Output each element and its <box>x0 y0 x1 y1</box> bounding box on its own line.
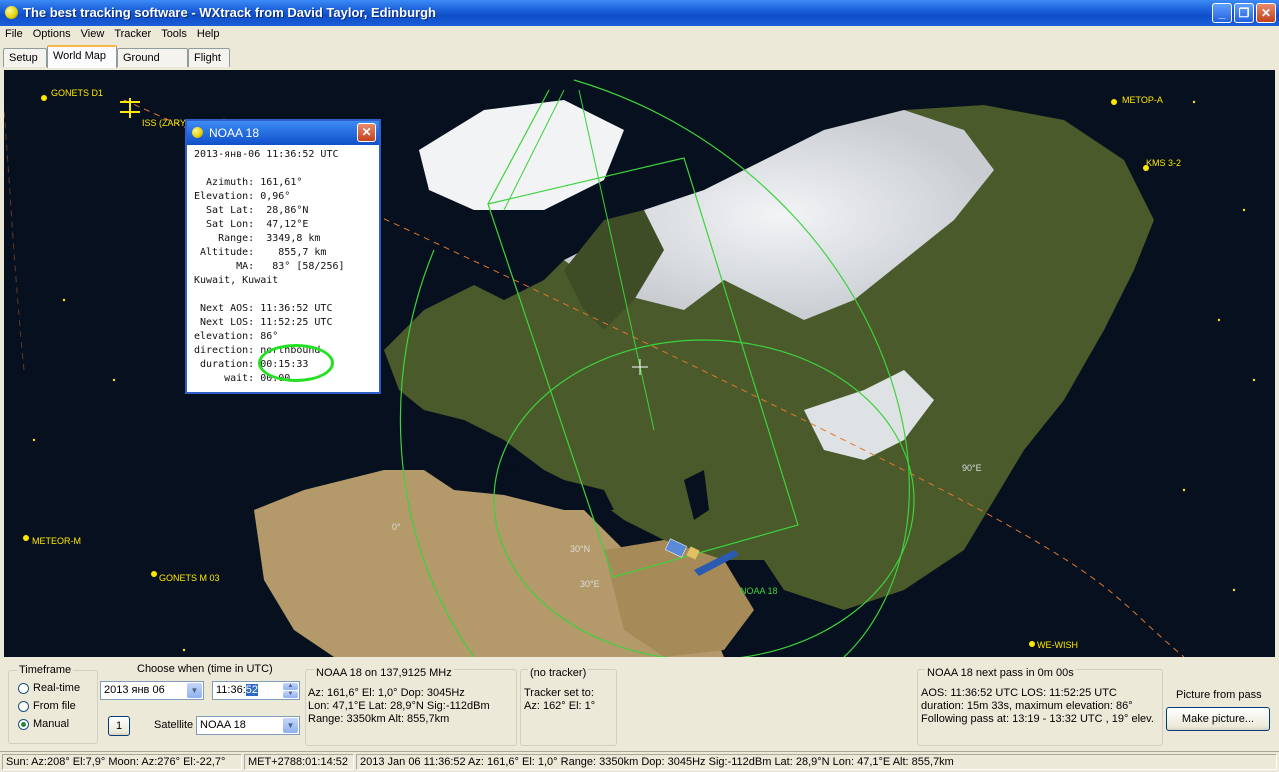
radio-from-file[interactable] <box>18 701 29 712</box>
sat-info-title: NOAA 18 on 137,9125 MHz <box>314 667 454 679</box>
iss-icon <box>120 98 140 118</box>
status-bar: Sun: Az:208° El:7,9° Moon: Az:276° El:-2… <box>0 751 1279 772</box>
step-button[interactable]: 1 <box>108 716 130 736</box>
menu-tracker[interactable]: Tracker <box>109 26 156 42</box>
label-gonets-m03: GONETS M 03 <box>159 573 220 583</box>
radio-real-time[interactable] <box>18 683 29 694</box>
status-met: MET+2788:01:14:52 <box>244 754 354 770</box>
chevron-down-icon[interactable]: ▼ <box>283 718 298 733</box>
sat-info-line-3: Range: 3350km Alt: 855,7km <box>308 713 450 725</box>
minimize-button[interactable]: _ <box>1212 3 1232 23</box>
choose-when-label: Choose when (time in UTC) <box>137 663 273 675</box>
popup-title-bar: NOAA 18 ✕ <box>187 121 379 145</box>
timeframe-label: Timeframe <box>17 664 74 676</box>
time-value: 11:36: <box>216 684 246 696</box>
grid-0: 0° <box>392 522 401 532</box>
radio-manual-label: Manual <box>33 718 70 730</box>
make-picture-button[interactable]: Make picture... <box>1166 707 1270 731</box>
title-bar: The best tracking software - WXtrack fro… <box>0 0 1279 26</box>
menu-bar: File Options View Tracker Tools Help <box>0 26 1279 45</box>
tab-setup[interactable]: Setup <box>3 48 47 67</box>
chevron-down-icon[interactable]: ▼ <box>187 683 202 698</box>
date-value: 2013 янв 06 <box>104 684 165 696</box>
popup-close-button[interactable]: ✕ <box>357 123 376 142</box>
label-we-wish: WE-WISH <box>1037 640 1078 650</box>
spin-up-icon[interactable]: ▲ <box>283 683 298 690</box>
tracker-line-1: Tracker set to: <box>524 687 594 699</box>
spin-down-icon[interactable]: ▼ <box>283 691 298 698</box>
grid-30e: 30°E <box>580 579 600 589</box>
satellite-value: NOAA 18 <box>200 719 246 731</box>
status-sun-moon: Sun: Az:208° El:7,9° Moon: Az:276° El:-2… <box>2 754 242 770</box>
next-pass-line-3: Following pass at: 13:19 - 13:32 UTC , 1… <box>921 713 1154 725</box>
grid-30n: 30°N <box>570 544 590 554</box>
date-select[interactable]: 2013 янв 06 ▼ <box>100 681 204 700</box>
label-kms: KMS 3-2 <box>1146 158 1181 168</box>
tab-flight[interactable]: Flight <box>188 48 230 67</box>
label-metop-a: METOP-A <box>1122 95 1163 105</box>
popup-title: NOAA 18 <box>209 126 260 140</box>
tab-bar: Setup World Map Ground Path Flight <box>0 45 1279 82</box>
label-noaa18: NOAA 18 <box>740 586 778 596</box>
label-gonets-d1: GONETS D1 <box>51 88 103 98</box>
maximize-button[interactable]: ❐ <box>1234 3 1254 23</box>
tab-world-map[interactable]: World Map <box>47 45 117 68</box>
time-value-selected: 52 <box>245 684 259 696</box>
app-icon <box>5 6 18 19</box>
status-details: 2013 Jan 06 11:36:52 Az: 161,6° El: 1,0°… <box>356 754 1277 770</box>
picture-label: Picture from pass <box>1176 689 1262 701</box>
menu-options[interactable]: Options <box>28 26 76 42</box>
tracker-title: (no tracker) <box>528 667 589 679</box>
time-input[interactable]: 11:36:52 ▲ ▼ <box>212 681 300 700</box>
sat-info-line-1: Az: 161,6° El: 1,0° Dop: 3045Hz <box>308 687 465 699</box>
window-title: The best tracking software - WXtrack fro… <box>23 5 436 20</box>
close-button[interactable]: ✕ <box>1256 3 1276 23</box>
tab-ground-path[interactable]: Ground Path <box>117 48 188 82</box>
satellite-select[interactable]: NOAA 18 ▼ <box>196 716 300 735</box>
menu-help[interactable]: Help <box>192 26 225 42</box>
sat-info-line-2: Lon: 47,1°E Lat: 28,9°N Sig:-112dBm <box>308 700 490 712</box>
label-meteor-m: METEOR-M <box>32 536 81 546</box>
next-pass-line-2: duration: 15m 33s, maximum elevation: 86… <box>921 700 1133 712</box>
duration-highlight-circle <box>258 344 334 382</box>
menu-file[interactable]: File <box>0 26 28 42</box>
control-panel: Timeframe Real-time From file Manual Cho… <box>0 657 1279 750</box>
next-pass-line-1: AOS: 11:36:52 UTC LOS: 11:52:25 UTC <box>921 687 1117 699</box>
next-pass-title: NOAA 18 next pass in 0m 00s <box>925 667 1076 679</box>
menu-tools[interactable]: Tools <box>156 26 192 42</box>
popup-icon <box>192 127 203 138</box>
menu-view[interactable]: View <box>76 26 110 42</box>
radio-manual[interactable] <box>18 719 29 730</box>
orbit-track-2 <box>4 109 25 371</box>
tracker-line-2: Az: 162° El: 1° <box>524 700 596 712</box>
radio-from-file-label: From file <box>33 700 76 712</box>
radio-real-time-label: Real-time <box>33 682 81 694</box>
grid-90e: 90°E <box>962 463 982 473</box>
satellite-label: Satellite <box>154 719 194 731</box>
